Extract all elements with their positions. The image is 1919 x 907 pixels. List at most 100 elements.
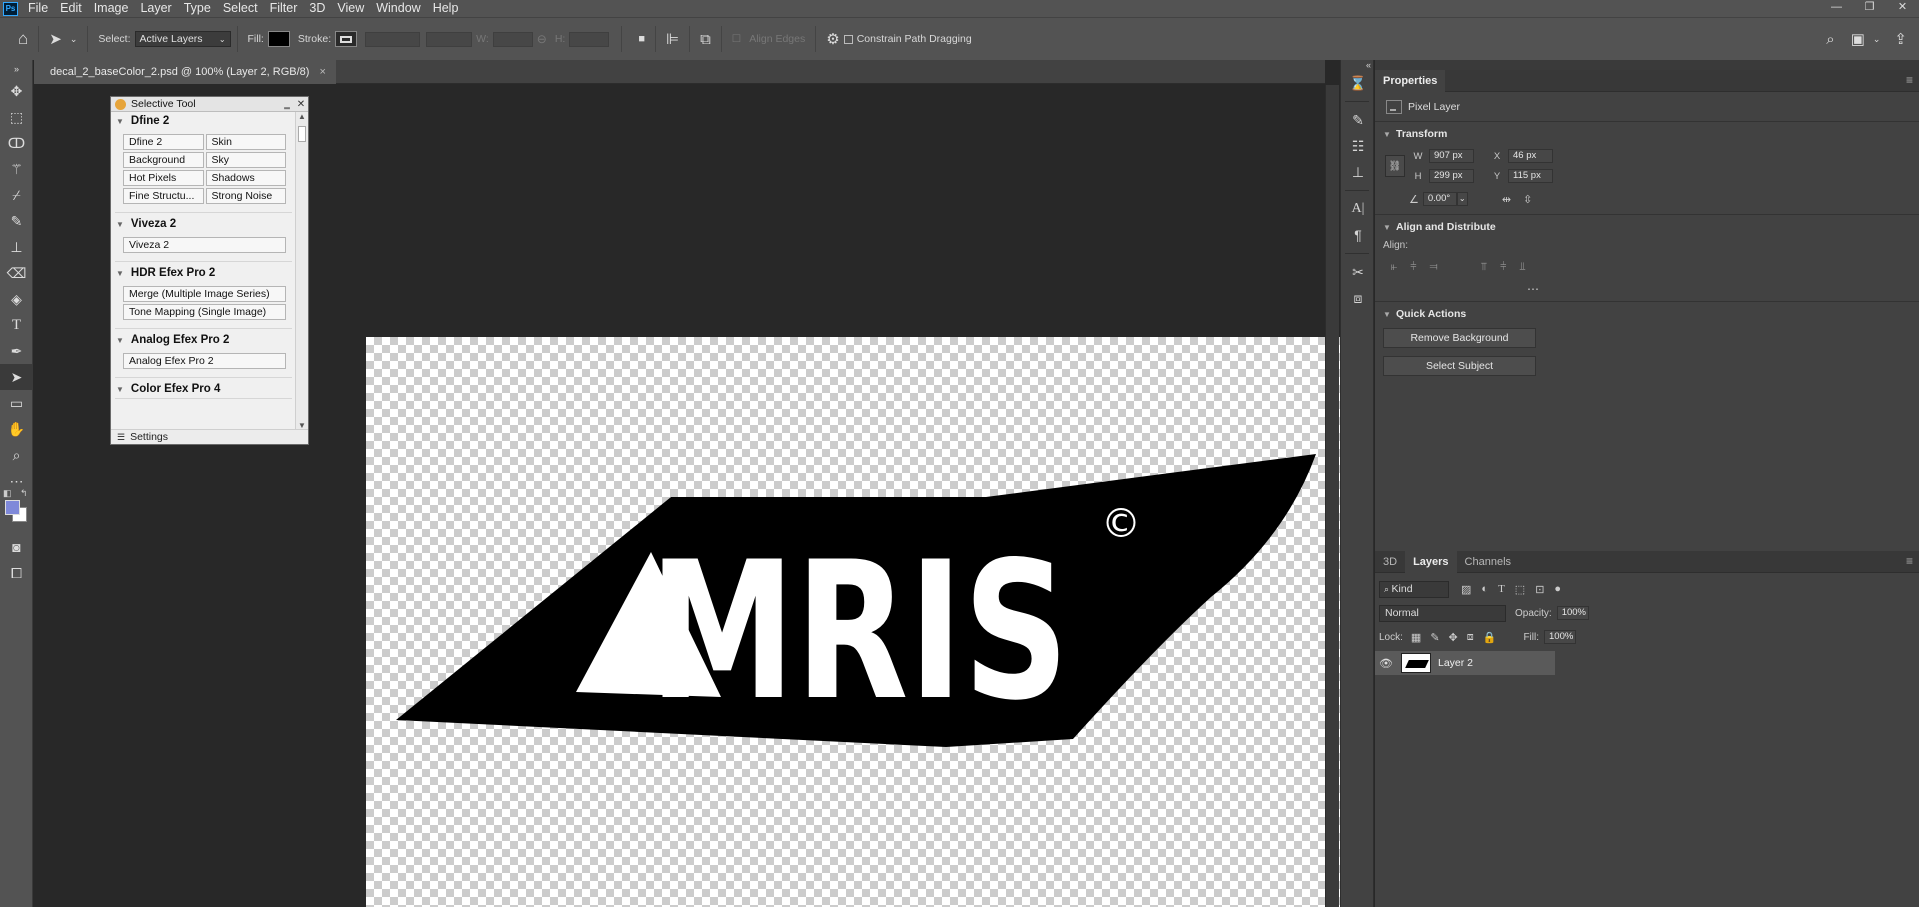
- restore-button[interactable]: ❐: [1853, 0, 1886, 17]
- constrain-path-checkbox[interactable]: [843, 34, 853, 44]
- close-window-button[interactable]: ✕: [1886, 0, 1919, 17]
- type-filter-icon[interactable]: T: [1498, 583, 1505, 596]
- menu-file[interactable]: File: [22, 0, 54, 17]
- stroke-width-field[interactable]: [365, 31, 421, 47]
- align-center-icon[interactable]: ⫩: [1410, 261, 1416, 274]
- flip-vertical-icon[interactable]: ⇳: [1523, 193, 1532, 206]
- width-field[interactable]: [492, 31, 533, 47]
- path-selection-tool-icon[interactable]: ➤: [0, 364, 33, 390]
- plugin-section-header[interactable]: ▼ HDR Efex Pro 2: [111, 264, 296, 282]
- align-header[interactable]: ▼ Align and Distribute: [1383, 217, 1911, 237]
- menu-window[interactable]: Window: [370, 0, 426, 17]
- plugin-section-header[interactable]: ▼ Analog Efex Pro 2: [111, 331, 296, 349]
- plugin-filter-button[interactable]: Sky: [205, 152, 286, 168]
- character-icon[interactable]: A|: [1341, 196, 1375, 222]
- plugin-filter-button[interactable]: Strong Noise: [205, 188, 286, 204]
- plugin-filter-button[interactable]: Merge (Multiple Image Series): [123, 286, 286, 302]
- document-canvas[interactable]: MRIS ©: [366, 337, 1366, 907]
- search-icon[interactable]: ⌕: [1822, 31, 1838, 48]
- pixel-filter-icon[interactable]: ▨: [1461, 583, 1471, 596]
- paragraph-icon[interactable]: ¶: [1341, 222, 1375, 248]
- workspace-icon[interactable]: ▣: [1847, 30, 1869, 48]
- plugin-filter-button[interactable]: Analog Efex Pro 2: [123, 353, 286, 369]
- menu-select[interactable]: Select: [217, 0, 264, 17]
- screen-mode-icon[interactable]: ⧠: [0, 560, 33, 586]
- move-tool-icon[interactable]: ✥: [0, 78, 33, 104]
- rectangle-tool-icon[interactable]: ▭: [0, 390, 33, 416]
- kind-filter-dropdown[interactable]: ⌕ Kind: [1379, 580, 1449, 598]
- type-tool-icon[interactable]: T: [0, 312, 33, 338]
- height-field[interactable]: 299 px: [1429, 169, 1474, 183]
- transform-header[interactable]: ▼ Transform: [1383, 124, 1911, 144]
- align-middle-icon[interactable]: ⫩: [1500, 261, 1506, 274]
- quick-mask-icon[interactable]: ◙: [0, 534, 33, 560]
- plugin-filter-button[interactable]: Hot Pixels: [123, 170, 204, 186]
- brush-tool-icon[interactable]: ✎: [0, 208, 33, 234]
- minimize-button[interactable]: —: [1820, 0, 1853, 17]
- width-field[interactable]: 907 px: [1429, 149, 1474, 163]
- clone-source-icon[interactable]: ⊥: [1341, 159, 1375, 185]
- panel-menu-icon[interactable]: ≡: [1906, 554, 1913, 568]
- expand-panels-icon[interactable]: «: [1341, 60, 1375, 70]
- plugin-filter-button[interactable]: Background: [123, 152, 204, 168]
- eraser-tool-icon[interactable]: ⌫: [0, 260, 33, 286]
- flip-horizontal-icon[interactable]: ⇹: [1502, 193, 1511, 206]
- path-arrangement-icon[interactable]: ⧉: [696, 31, 715, 48]
- adjustment-filter-icon[interactable]: ◐: [1481, 583, 1488, 596]
- gear-icon[interactable]: ⚙: [822, 30, 843, 48]
- selective-tool-scrollbar[interactable]: ▲ ▼: [295, 112, 308, 430]
- chevron-down-icon[interactable]: ⌄: [1869, 34, 1885, 45]
- stroke-type-dropdown[interactable]: [426, 31, 473, 47]
- select-dropdown[interactable]: Active Layers ⌄: [134, 31, 231, 47]
- angle-field[interactable]: 0.00°: [1422, 192, 1457, 206]
- stroke-swatch[interactable]: [335, 31, 358, 47]
- blend-mode-dropdown[interactable]: Normal: [1379, 604, 1506, 622]
- tab-layers[interactable]: Layers: [1405, 550, 1457, 573]
- brush-settings-icon[interactable]: ✎: [1341, 107, 1375, 133]
- menu-filter[interactable]: Filter: [264, 0, 304, 17]
- layer-row[interactable]: 👁 Layer 2: [1375, 651, 1555, 675]
- more-options-icon[interactable]: ⋯: [1383, 281, 1911, 297]
- home-icon[interactable]: ⌂: [14, 29, 32, 49]
- filter-toggle-icon[interactable]: ●: [1554, 583, 1561, 596]
- plugin-section-header[interactable]: ▼ Color Efex Pro 4: [111, 380, 296, 398]
- close-panel-icon[interactable]: ✕: [294, 99, 308, 110]
- tool-presets-icon[interactable]: ✂: [1341, 259, 1375, 285]
- minimize-panel-icon[interactable]: ‗: [280, 99, 294, 110]
- lock-transparent-icon[interactable]: ▦: [1411, 631, 1421, 644]
- lock-artboard-icon[interactable]: ⧈: [1467, 631, 1474, 644]
- visibility-eye-icon[interactable]: 👁: [1375, 657, 1397, 670]
- link-icon[interactable]: ⊖: [537, 32, 547, 46]
- collapse-strip[interactable]: [1375, 60, 1919, 70]
- history-icon[interactable]: ⌛: [1341, 70, 1375, 96]
- tab-3d[interactable]: 3D: [1375, 551, 1405, 573]
- close-document-button[interactable]: ×: [319, 66, 325, 78]
- share-icon[interactable]: ⇪: [1890, 30, 1911, 48]
- path-alignment-icon[interactable]: ⊫: [662, 30, 683, 48]
- fill-swatch[interactable]: [267, 31, 290, 47]
- plugin-filter-button[interactable]: Shadows: [205, 170, 286, 186]
- selective-tool-titlebar[interactable]: Selective Tool ‗ ✕: [111, 97, 308, 112]
- menu-help[interactable]: Help: [427, 0, 465, 17]
- collapse-toolbar-icon[interactable]: »: [0, 60, 33, 78]
- x-field[interactable]: 46 px: [1508, 149, 1553, 163]
- select-subject-button[interactable]: Select Subject: [1383, 356, 1536, 376]
- plugin-filter-button[interactable]: Skin: [205, 134, 286, 150]
- path-selection-tool-icon[interactable]: ➤: [45, 30, 66, 48]
- align-right-icon[interactable]: ⫤: [1430, 261, 1438, 274]
- angle-dropdown[interactable]: ⌄: [1456, 192, 1468, 206]
- menu-3d[interactable]: 3D: [303, 0, 331, 17]
- scroll-thumb[interactable]: [298, 126, 306, 142]
- plugin-filter-button[interactable]: Viveza 2: [123, 237, 286, 253]
- plugin-filter-button[interactable]: Dfine 2: [123, 134, 204, 150]
- settings-button[interactable]: ☰ Settings: [111, 429, 308, 444]
- lock-position-icon[interactable]: ✥: [1449, 631, 1458, 644]
- menu-type[interactable]: Type: [178, 0, 217, 17]
- link-dimensions-icon[interactable]: ⛓: [1385, 155, 1405, 177]
- marquee-tool-icon[interactable]: ⬚: [0, 104, 33, 130]
- path-operations-icon[interactable]: ■: [634, 33, 649, 45]
- swap-colors-icon[interactable]: ↰: [20, 488, 28, 499]
- default-colors-icon[interactable]: ◧: [3, 488, 12, 499]
- adjustments-icon[interactable]: ☷: [1341, 133, 1375, 159]
- paint-bucket-tool-icon[interactable]: ◈: [0, 286, 33, 312]
